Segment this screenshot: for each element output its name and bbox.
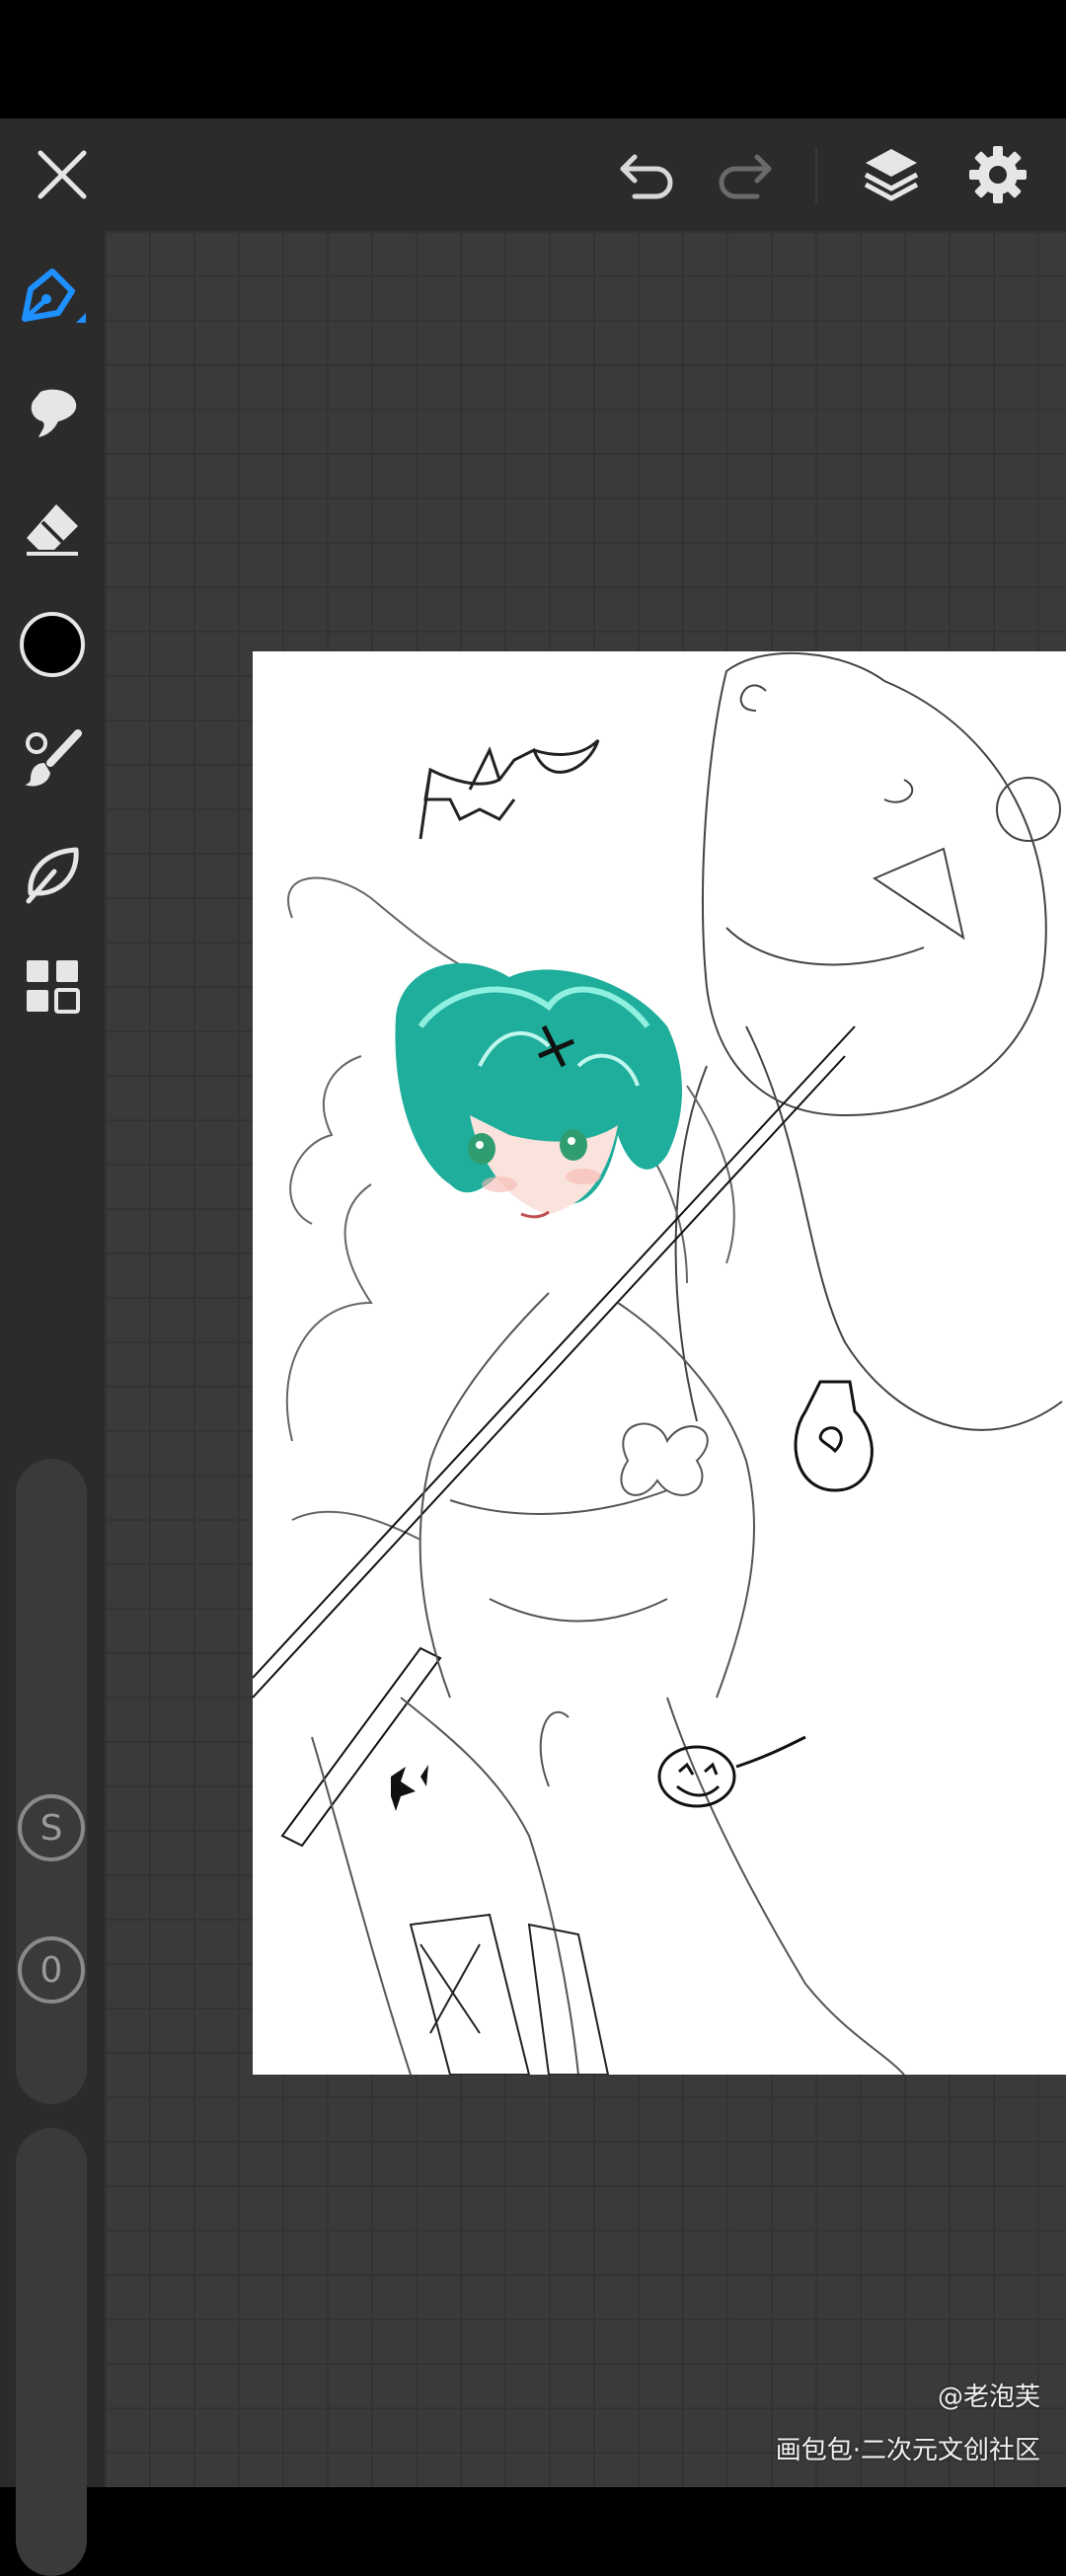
canvas-workspace[interactable]: [105, 231, 1066, 2487]
smudge-icon: [31, 389, 77, 437]
redo-button[interactable]: [699, 130, 788, 219]
close-icon: [38, 150, 87, 199]
toolbar-divider: [815, 148, 817, 203]
brush-size-slider[interactable]: [16, 1459, 87, 2104]
eraser-tool-button[interactable]: [8, 484, 97, 572]
layers-icon: [864, 149, 919, 201]
grid-icon: [27, 960, 80, 1014]
author-watermark: @老泡芙: [937, 2383, 1040, 2412]
tool-sidebar: S 0: [0, 231, 105, 2576]
site-watermark: 画包包·二次元文创社区: [775, 2436, 1040, 2465]
gear-icon: [969, 146, 1027, 203]
opacity-slider[interactable]: [16, 2128, 87, 2576]
color-swatch: [20, 612, 85, 677]
color-swatch-button[interactable]: [8, 600, 97, 689]
smudge-tool-button[interactable]: [8, 369, 97, 458]
settings-button[interactable]: [953, 130, 1042, 219]
more-tools-button[interactable]: [8, 942, 97, 1030]
status-bar: [0, 0, 1066, 118]
opacity-slider-knob[interactable]: 0: [18, 1936, 85, 2004]
undo-button[interactable]: [604, 130, 693, 219]
artwork-sketch: [253, 651, 1063, 2075]
layers-button[interactable]: [847, 130, 936, 219]
eraser-icon: [27, 504, 78, 556]
top-toolbar: [0, 118, 1066, 231]
undo-icon: [620, 154, 673, 199]
brush-tool-button[interactable]: [8, 715, 97, 803]
close-button[interactable]: [18, 130, 107, 219]
pen-tool-button[interactable]: [8, 255, 97, 343]
pen-icon: [22, 268, 86, 323]
brush-icon: [25, 729, 82, 787]
lasso-tool-button[interactable]: [8, 829, 97, 918]
drawing-canvas[interactable]: [253, 651, 1066, 2075]
lasso-icon: [26, 847, 79, 904]
size-slider-knob[interactable]: S: [18, 1794, 85, 1861]
redo-icon: [719, 154, 772, 199]
